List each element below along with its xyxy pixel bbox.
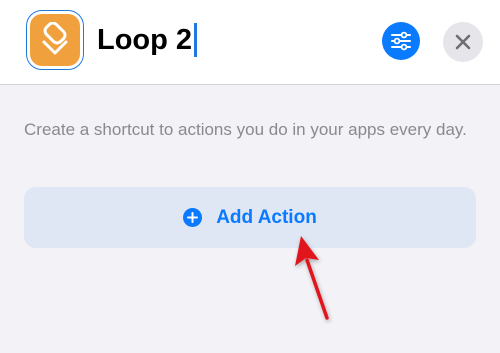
sliders-icon (391, 31, 411, 51)
close-button[interactable] (443, 22, 483, 62)
text-cursor (194, 23, 198, 57)
close-icon (455, 34, 471, 50)
add-action-label: Add Action (216, 206, 317, 228)
shortcut-app-icon (30, 14, 80, 66)
shortcut-header: Loop 2 (0, 0, 500, 85)
shortcut-title: Loop 2 (97, 24, 193, 56)
settings-button[interactable] (382, 22, 420, 60)
layers-icon (42, 22, 68, 55)
shortcut-icon-button[interactable] (26, 10, 84, 70)
shortcut-title-field[interactable]: Loop 2 (97, 23, 198, 57)
plus-circle-icon (183, 208, 203, 227)
shortcut-description: Create a shortcut to actions you do in y… (24, 120, 467, 139)
pointer-arrow-icon (295, 236, 329, 320)
add-action-button[interactable]: Add Action (24, 187, 476, 248)
